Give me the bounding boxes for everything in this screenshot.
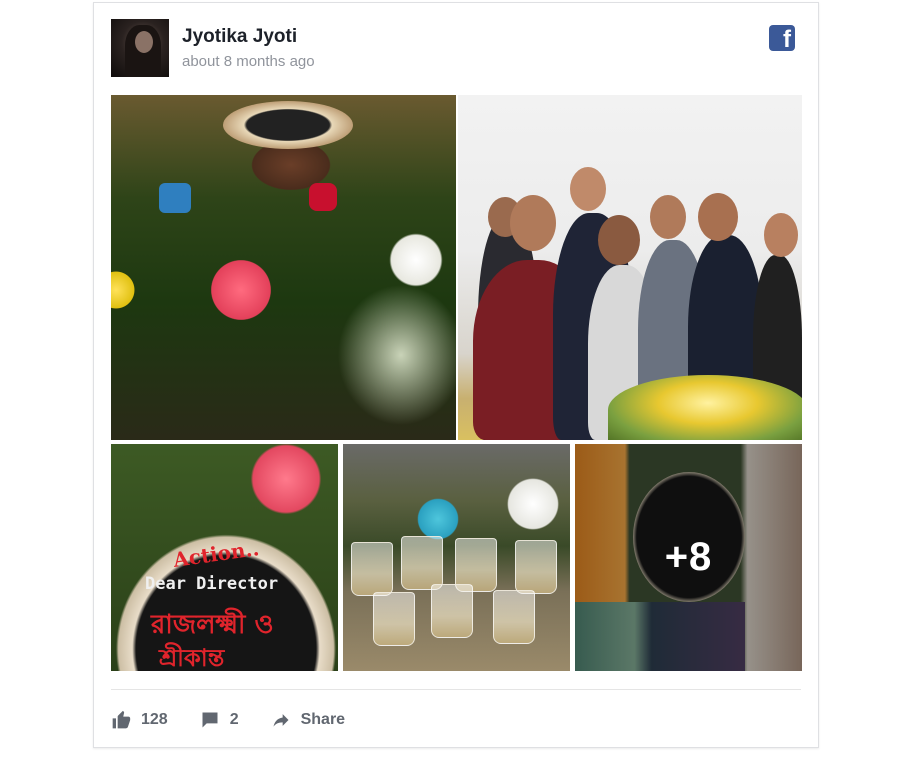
author-name[interactable]: Jyotika Jyoti bbox=[182, 26, 297, 48]
comment-button[interactable]: 2 bbox=[200, 710, 239, 730]
comment-count: 2 bbox=[229, 711, 239, 728]
more-photos-overlay[interactable]: +8 bbox=[575, 444, 802, 671]
share-arrow-icon bbox=[273, 714, 289, 727]
like-count: 128 bbox=[141, 711, 168, 728]
like-button[interactable]: 128 bbox=[111, 710, 168, 730]
divider bbox=[111, 689, 801, 690]
photo-group[interactable] bbox=[458, 95, 802, 440]
cake-text-line4: শ্রীকান্ত bbox=[159, 643, 225, 671]
avatar[interactable] bbox=[111, 19, 169, 77]
cake-text-line2: Dear Director bbox=[145, 574, 279, 594]
photo-cake-flowers[interactable] bbox=[111, 95, 456, 440]
more-photos-count: +8 bbox=[664, 535, 713, 579]
share-label: Share bbox=[300, 711, 346, 728]
cake-text-line1: Action.. bbox=[171, 536, 261, 572]
photo-glasses[interactable] bbox=[343, 444, 570, 671]
post-card: Jyotika Jyoti about 8 months ago f Actio… bbox=[93, 2, 819, 748]
action-bar: 128 2 Share bbox=[111, 708, 377, 732]
thumbs-up-icon bbox=[112, 710, 131, 729]
photo-more[interactable]: +8 bbox=[575, 444, 802, 671]
facebook-icon[interactable]: f bbox=[769, 25, 795, 51]
post-timestamp[interactable]: about 8 months ago bbox=[182, 53, 315, 70]
share-button[interactable]: Share bbox=[271, 710, 345, 730]
comment-icon bbox=[202, 712, 218, 728]
photo-cake-closeup[interactable]: Action.. Dear Director রাজলক্ষ্মী ও শ্রী… bbox=[111, 444, 338, 671]
